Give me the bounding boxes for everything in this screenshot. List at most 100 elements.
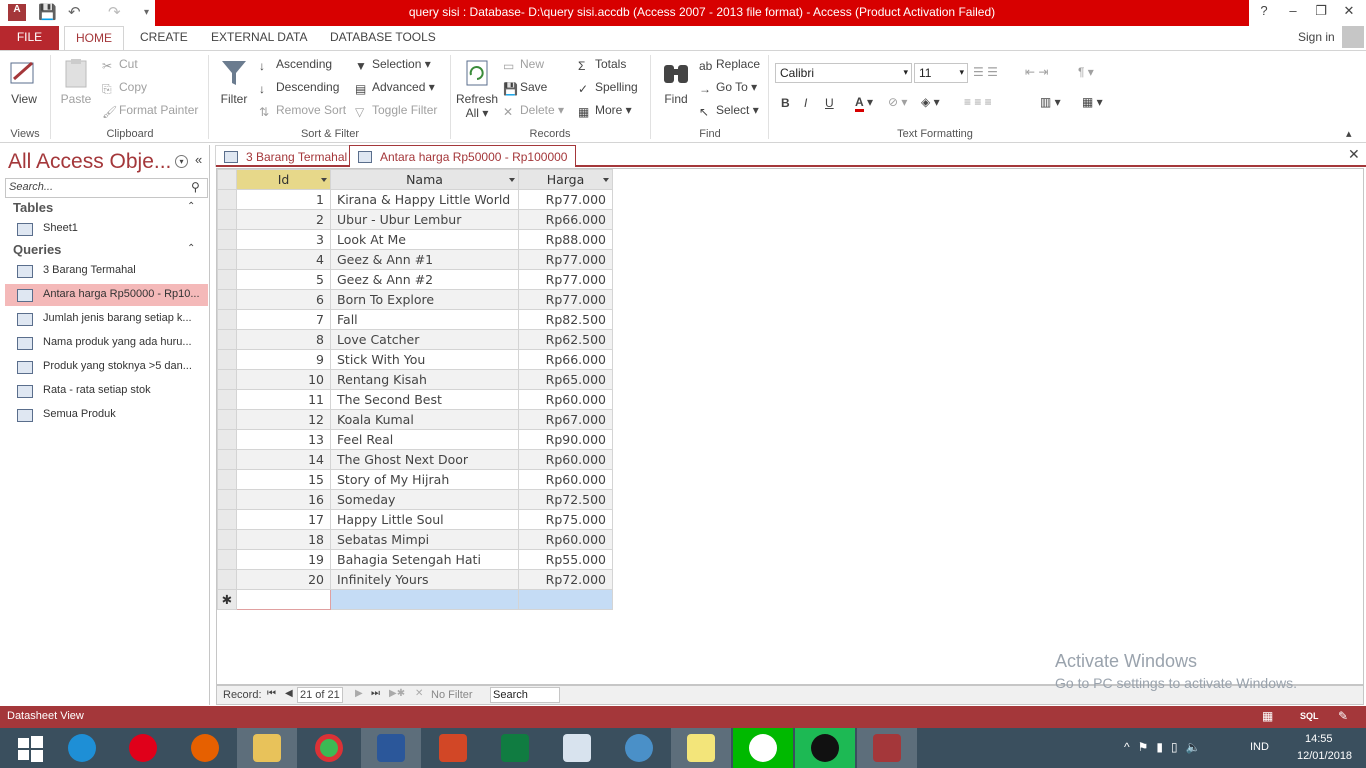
file-explorer-icon[interactable]: [237, 728, 297, 768]
close-button[interactable]: ✕: [1336, 3, 1362, 19]
id-cell[interactable]: 5: [236, 269, 331, 290]
table-row[interactable]: 10 Rentang Kisah Rp65.000: [217, 369, 613, 390]
nav-search-input[interactable]: Search...: [5, 178, 208, 198]
nama-cell[interactable]: Geez & Ann #2: [330, 269, 519, 290]
id-cell[interactable]: 8: [236, 329, 331, 350]
gridlines-icon[interactable]: ▦ ▾: [1082, 95, 1103, 109]
nama-cell[interactable]: Someday: [330, 489, 519, 510]
align-icons[interactable]: ≡ ≡ ≡: [964, 95, 992, 109]
shutter-bar-close-icon[interactable]: «: [195, 152, 202, 167]
sign-in-link[interactable]: Sign in: [1298, 30, 1335, 44]
spelling-button[interactable]: ✓ Spelling: [578, 80, 638, 96]
filter-button[interactable]: Filter: [216, 57, 252, 106]
new-record-button[interactable]: ▭ New: [503, 57, 544, 73]
record-selector[interactable]: [217, 529, 237, 550]
id-cell[interactable]: 16: [236, 489, 331, 510]
start-button[interactable]: [0, 728, 60, 768]
nama-cell[interactable]: Kirana & Happy Little World: [330, 189, 519, 210]
nama-cell[interactable]: Fall: [330, 309, 519, 330]
totals-button[interactable]: Σ Totals: [578, 57, 626, 73]
nama-cell[interactable]: Sebatas Mimpi: [330, 529, 519, 550]
tab-database-tools[interactable]: DATABASE TOOLS: [330, 30, 436, 44]
find-button[interactable]: Find: [658, 57, 694, 106]
harga-cell[interactable]: Rp60.000: [518, 389, 613, 410]
id-cell[interactable]: 17: [236, 509, 331, 530]
selection-button[interactable]: ▼ Selection ▾: [355, 57, 431, 73]
calculator-icon[interactable]: [547, 728, 607, 768]
tab-create[interactable]: CREATE: [140, 30, 188, 44]
next-record-icon[interactable]: ▶: [355, 688, 363, 699]
bullets-icon[interactable]: ☰ ☰: [973, 65, 998, 79]
record-selector[interactable]: [217, 469, 237, 490]
nav-item-query[interactable]: 3 Barang Termahal: [5, 260, 208, 282]
record-selector[interactable]: [217, 569, 237, 590]
design-view-icon[interactable]: ✎: [1338, 709, 1348, 723]
table-row[interactable]: 16 Someday Rp72.500: [217, 489, 613, 510]
new-record-id-cell[interactable]: [236, 589, 331, 610]
no-filter-label[interactable]: No Filter: [431, 689, 473, 701]
nama-cell[interactable]: Ubur - Ubur Lembur: [330, 209, 519, 230]
nav-item-query-selected[interactable]: Antara harga Rp50000 - Rp10...: [5, 284, 208, 306]
sticky-notes-icon[interactable]: [671, 728, 731, 768]
column-dropdown-icon[interactable]: [603, 178, 609, 182]
table-row[interactable]: 19 Bahagia Setengah Hati Rp55.000: [217, 549, 613, 570]
cut-button[interactable]: ✂ Cut: [102, 57, 138, 73]
id-cell[interactable]: 9: [236, 349, 331, 370]
nav-item-query[interactable]: Jumlah jenis barang setiap k...: [5, 308, 208, 330]
table-row[interactable]: 6 Born To Explore Rp77.000: [217, 289, 613, 310]
tab-file[interactable]: FILE: [0, 26, 59, 50]
harga-cell[interactable]: Rp77.000: [518, 189, 613, 210]
column-header-harga[interactable]: Harga: [518, 169, 613, 190]
undo-icon[interactable]: ↶: [68, 3, 81, 21]
sql-view-button[interactable]: SQL: [1300, 711, 1319, 721]
record-selector[interactable]: [217, 209, 237, 230]
tables-header[interactable]: Tables: [13, 200, 53, 215]
more-button[interactable]: ▦ More ▾: [578, 103, 632, 119]
record-selector[interactable]: [217, 229, 237, 250]
table-row[interactable]: 17 Happy Little Soul Rp75.000: [217, 509, 613, 530]
nama-cell[interactable]: Infinitely Yours: [330, 569, 519, 590]
font-color-button[interactable]: A ▾: [855, 95, 873, 112]
descending-button[interactable]: ↓ Descending: [259, 80, 339, 96]
datasheet-view-icon[interactable]: ▦: [1262, 709, 1273, 723]
help-button[interactable]: ?: [1251, 3, 1277, 18]
column-header-id[interactable]: Id: [236, 169, 331, 190]
table-row[interactable]: 5 Geez & Ann #2 Rp77.000: [217, 269, 613, 290]
table-row[interactable]: 13 Feel Real Rp90.000: [217, 429, 613, 450]
column-header-nama[interactable]: Nama: [330, 169, 519, 190]
record-search-input[interactable]: Search: [490, 687, 560, 703]
nav-item-query[interactable]: Nama produk yang ada huru...: [5, 332, 208, 354]
new-record-harga-cell[interactable]: [518, 589, 613, 610]
id-cell[interactable]: 15: [236, 469, 331, 490]
nama-cell[interactable]: Story of My Hijrah: [330, 469, 519, 490]
spotify-icon[interactable]: [795, 728, 855, 768]
customize-quick-access-icon[interactable]: ▾: [144, 7, 149, 18]
harga-cell[interactable]: Rp60.000: [518, 469, 613, 490]
underline-button[interactable]: U: [825, 96, 834, 110]
select-button[interactable]: ↖ Select ▾: [699, 103, 759, 119]
refresh-all-button[interactable]: Refresh All ▾: [456, 57, 498, 120]
harga-cell[interactable]: Rp55.000: [518, 549, 613, 570]
harga-cell[interactable]: Rp90.000: [518, 429, 613, 450]
harga-cell[interactable]: Rp75.000: [518, 509, 613, 530]
nama-cell[interactable]: Look At Me: [330, 229, 519, 250]
table-row[interactable]: 20 Infinitely Yours Rp72.000: [217, 569, 613, 590]
record-selector[interactable]: [217, 449, 237, 470]
id-cell[interactable]: 10: [236, 369, 331, 390]
id-cell[interactable]: 4: [236, 249, 331, 270]
tab-home[interactable]: HOME: [64, 26, 124, 51]
nama-cell[interactable]: Bahagia Setengah Hati: [330, 549, 519, 570]
record-selector[interactable]: [217, 549, 237, 570]
close-document-icon[interactable]: ✕: [1348, 146, 1360, 163]
paste-button[interactable]: Paste: [58, 57, 94, 106]
table-row[interactable]: 11 The Second Best Rp60.000: [217, 389, 613, 410]
table-row[interactable]: 8 Love Catcher Rp62.500: [217, 329, 613, 350]
goto-button[interactable]: → Go To ▾: [699, 80, 757, 96]
new-record-nama-cell[interactable]: [330, 589, 519, 610]
new-record-row[interactable]: ✱: [217, 589, 613, 610]
table-row[interactable]: 18 Sebatas Mimpi Rp60.000: [217, 529, 613, 550]
column-dropdown-icon[interactable]: [509, 178, 515, 182]
id-cell[interactable]: 18: [236, 529, 331, 550]
record-selector[interactable]: [217, 509, 237, 530]
save-icon[interactable]: 💾: [38, 3, 57, 21]
